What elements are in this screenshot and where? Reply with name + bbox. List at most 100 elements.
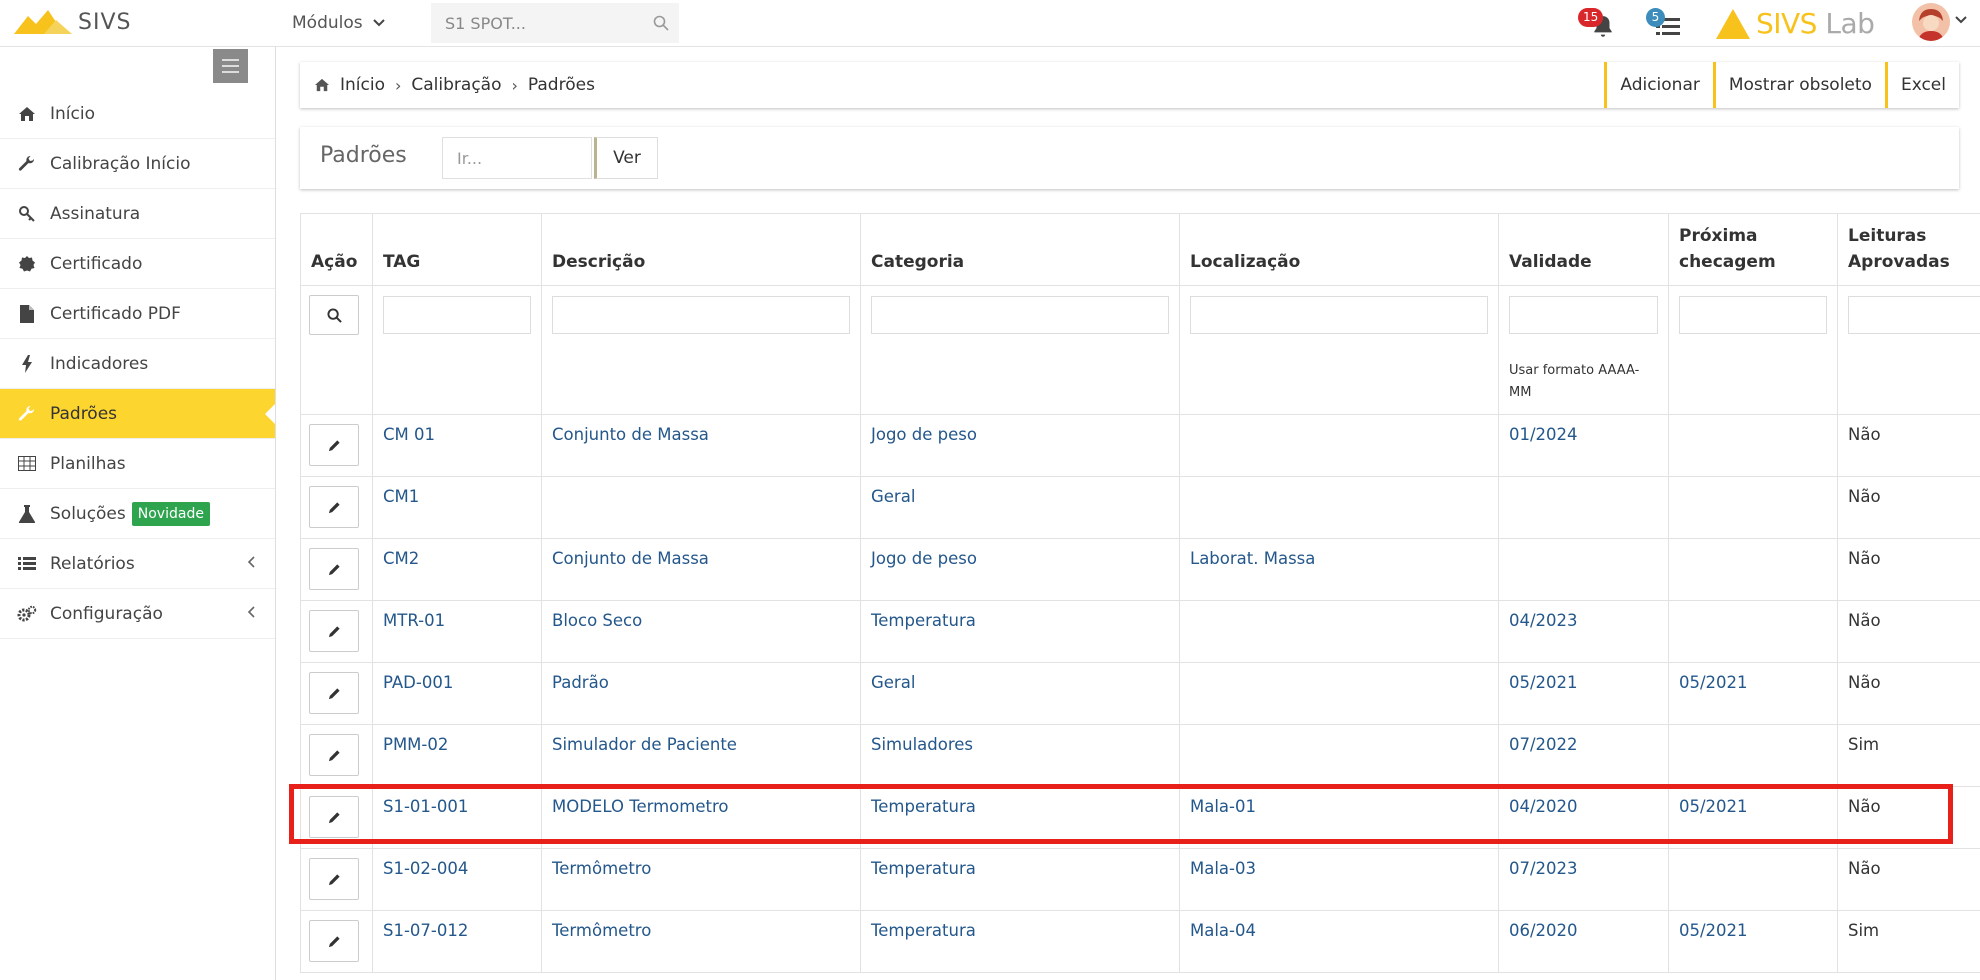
tag-link[interactable]: CM 01 (372, 414, 542, 478)
edit-button[interactable] (309, 672, 359, 715)
tag-link[interactable]: CM1 (372, 476, 542, 540)
next-check-link[interactable] (1668, 600, 1838, 664)
validity-link[interactable]: 05/2021 (1498, 662, 1669, 726)
edit-button[interactable] (309, 734, 359, 777)
column-header[interactable]: Validade (1498, 213, 1669, 286)
search-icon[interactable] (653, 15, 669, 31)
description-link[interactable] (541, 476, 861, 540)
next-check-link[interactable]: 05/2021 (1668, 786, 1838, 850)
description-link[interactable]: Termômetro (541, 848, 861, 912)
description-link[interactable]: Simulador de Paciente (541, 724, 861, 788)
description-link[interactable]: Padrão (541, 662, 861, 726)
location-link[interactable] (1179, 476, 1499, 540)
sidebar-item-assinatura[interactable]: Assinatura (0, 189, 275, 239)
description-link[interactable]: Conjunto de Massa (541, 538, 861, 602)
tag-link[interactable]: MTR-01 (372, 600, 542, 664)
category-link[interactable]: Simuladores (860, 724, 1180, 788)
tag-filter-input[interactable] (383, 296, 531, 334)
user-avatar[interactable] (1912, 3, 1950, 41)
go-to-input[interactable] (442, 137, 592, 179)
validity-link[interactable]: 01/2024 (1498, 414, 1669, 478)
column-header[interactable]: Próxima checagem (1668, 213, 1838, 286)
location-link[interactable]: Laborat. Massa (1179, 538, 1499, 602)
next-check-filter-input[interactable] (1679, 296, 1827, 334)
validity-link[interactable]: 04/2020 (1498, 786, 1669, 850)
column-header[interactable]: Categoria (860, 213, 1180, 286)
description-link[interactable]: MODELO Termometro (541, 786, 861, 850)
edit-button[interactable] (309, 548, 359, 591)
edit-button[interactable] (309, 920, 359, 963)
sidebar-item-inicio[interactable]: Início (0, 89, 275, 139)
location-link[interactable]: Mala-03 (1179, 848, 1499, 912)
next-check-link[interactable] (1668, 476, 1838, 540)
location-link[interactable]: Mala-04 (1179, 910, 1499, 974)
location-link[interactable]: Mala-01 (1179, 786, 1499, 850)
location-link[interactable] (1179, 662, 1499, 726)
sidebar-item-configuracao[interactable]: Configuração (0, 589, 275, 639)
validity-link[interactable] (1498, 538, 1669, 602)
breadcrumb-calibracao[interactable]: Calibração (411, 75, 501, 95)
sidebar-item-solucoes[interactable]: Soluções Novidade (0, 489, 275, 539)
sidebar-item-indicadores[interactable]: Indicadores (0, 339, 275, 389)
description-link[interactable]: Bloco Seco (541, 600, 861, 664)
location-link[interactable] (1179, 724, 1499, 788)
next-check-link[interactable] (1668, 724, 1838, 788)
edit-button[interactable] (309, 858, 359, 901)
validity-link[interactable]: 07/2023 (1498, 848, 1669, 912)
category-link[interactable]: Temperatura (860, 910, 1180, 974)
tag-link[interactable]: S1-01-001 (372, 786, 542, 850)
category-link[interactable]: Temperatura (860, 786, 1180, 850)
next-check-link[interactable] (1668, 538, 1838, 602)
tag-link[interactable]: S1-07-012 (372, 910, 542, 974)
modules-dropdown[interactable]: Módulos (292, 13, 385, 33)
validity-link[interactable] (1498, 476, 1669, 540)
location-link[interactable] (1179, 414, 1499, 478)
next-check-link[interactable]: 05/2021 (1668, 910, 1838, 974)
sidebar-item-calibracao-inicio[interactable]: Calibração Início (0, 139, 275, 189)
location-filter-input[interactable] (1190, 296, 1488, 334)
validity-link[interactable]: 06/2020 (1498, 910, 1669, 974)
tag-link[interactable]: PMM-02 (372, 724, 542, 788)
description-filter-input[interactable] (552, 296, 850, 334)
approved-readings-filter-input[interactable] (1848, 296, 1980, 334)
next-check-link[interactable] (1668, 848, 1838, 912)
category-link[interactable]: Temperatura (860, 848, 1180, 912)
next-check-link[interactable] (1668, 414, 1838, 478)
column-header[interactable]: Descrição (541, 213, 861, 286)
location-link[interactable] (1179, 600, 1499, 664)
notifications-button[interactable]: 15 (1578, 8, 1618, 40)
tasks-button[interactable]: 5 (1646, 8, 1682, 40)
tag-link[interactable]: CM2 (372, 538, 542, 602)
show-obsolete-button[interactable]: Mostrar obsoleto (1712, 62, 1885, 108)
category-link[interactable]: Geral (860, 662, 1180, 726)
description-link[interactable]: Termômetro (541, 910, 861, 974)
chevron-down-icon[interactable] (1955, 16, 1967, 24)
edit-button[interactable] (309, 486, 359, 529)
sidebar-item-relatorios[interactable]: Relatórios (0, 539, 275, 589)
validity-link[interactable]: 04/2023 (1498, 600, 1669, 664)
sidebar-item-certificado-pdf[interactable]: Certificado PDF (0, 289, 275, 339)
add-button[interactable]: Adicionar (1604, 62, 1713, 108)
edit-button[interactable] (309, 424, 359, 467)
category-link[interactable]: Jogo de peso (860, 414, 1180, 478)
description-link[interactable]: Conjunto de Massa (541, 414, 861, 478)
tag-link[interactable]: PAD-001 (372, 662, 542, 726)
edit-button[interactable] (309, 610, 359, 653)
tag-link[interactable]: S1-02-004 (372, 848, 542, 912)
sivs-logo[interactable]: SIVS (14, 6, 131, 38)
breadcrumb-inicio[interactable]: Início (340, 75, 385, 95)
validity-link[interactable]: 07/2022 (1498, 724, 1669, 788)
sidebar-item-certificado[interactable]: Certificado (0, 239, 275, 289)
excel-button[interactable]: Excel (1884, 62, 1959, 108)
search-input[interactable] (431, 3, 679, 43)
column-header[interactable]: TAG (372, 213, 542, 286)
category-link[interactable]: Geral (860, 476, 1180, 540)
filter-search-button[interactable] (309, 295, 359, 335)
validity-filter-input[interactable] (1509, 296, 1658, 334)
edit-button[interactable] (309, 796, 359, 839)
next-check-link[interactable]: 05/2021 (1668, 662, 1838, 726)
category-link[interactable]: Temperatura (860, 600, 1180, 664)
category-filter-input[interactable] (871, 296, 1169, 334)
sidebar-item-padroes[interactable]: Padrões (0, 389, 275, 439)
sidebar-item-planilhas[interactable]: Planilhas (0, 439, 275, 489)
